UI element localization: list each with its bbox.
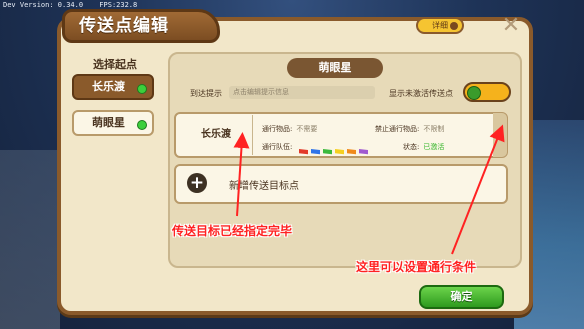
start-point-label: 萌眼星 xyxy=(92,116,125,129)
show-inactive-toggle[interactable] xyxy=(463,82,511,102)
planet-name-tab: 萌眼星 xyxy=(287,58,383,78)
debug-overlay: Dev Version: 0.34.0 FPS:232.8 xyxy=(3,1,149,9)
add-target-button[interactable] xyxy=(174,164,508,204)
target-card-name: 长乐渡 xyxy=(180,115,253,155)
team-row: 通行队伍: xyxy=(262,142,292,152)
toggle-knob xyxy=(467,86,481,100)
arrive-hint-input[interactable]: 点击编辑提示信息 xyxy=(229,86,375,99)
detail-toggle-button[interactable]: 详细 xyxy=(416,17,464,34)
pass-item-value: 不需要 xyxy=(296,125,318,133)
flag-icon xyxy=(359,149,368,155)
pencil-icon[interactable]: ✎ xyxy=(495,128,504,141)
close-icon[interactable]: ✕ xyxy=(498,15,524,39)
debug-fps: FPS:232.8 xyxy=(99,1,138,9)
pass-item-label: 通行物品: xyxy=(262,125,293,133)
debug-version: Dev Version: 0.34.0 xyxy=(3,1,84,9)
confirm-button[interactable]: 确定 xyxy=(419,285,504,309)
team-label: 通行队伍: xyxy=(262,143,293,151)
status-dot-icon xyxy=(137,84,147,94)
forbid-item-row: 禁止通行物品: 不限制 xyxy=(375,124,444,134)
add-target-label: 新增传送目标点 xyxy=(229,181,299,192)
status-value: 已激活 xyxy=(423,143,445,151)
annotation-target-done: 传送目标已经指定完毕 xyxy=(172,224,293,238)
detail-dot-icon xyxy=(450,22,458,30)
flag-icon xyxy=(347,149,356,155)
status-label: 状态: xyxy=(403,143,420,151)
dialog-title: 传送点编辑 xyxy=(62,9,220,43)
start-point-mengyanxing[interactable]: 萌眼星 xyxy=(72,110,154,136)
flag-icon xyxy=(299,149,308,155)
status-row: 状态: 已激活 xyxy=(403,142,444,152)
flag-icon xyxy=(335,149,344,155)
pass-item-row: 通行物品: 不需要 xyxy=(262,124,317,134)
forbid-item-label: 禁止通行物品: xyxy=(375,125,420,133)
detail-label: 详细 xyxy=(432,21,448,30)
show-inactive-label: 显示未激活传送点 xyxy=(389,89,453,98)
background-block-left xyxy=(0,150,60,329)
team-flags xyxy=(299,141,371,160)
forbid-item-value: 不限制 xyxy=(423,125,445,133)
status-dot-icon xyxy=(137,120,147,130)
annotation-set-conditions: 这里可以设置通行条件 xyxy=(356,260,477,274)
start-point-label: 长乐渡 xyxy=(92,80,125,93)
flag-icon xyxy=(311,149,320,155)
start-points-header: 选择起点 xyxy=(93,58,137,71)
arrive-hint-label: 到达提示 xyxy=(190,89,222,98)
plus-icon[interactable]: + xyxy=(187,173,207,193)
start-point-changledu[interactable]: 长乐渡 xyxy=(72,74,154,100)
flag-icon xyxy=(323,149,332,155)
